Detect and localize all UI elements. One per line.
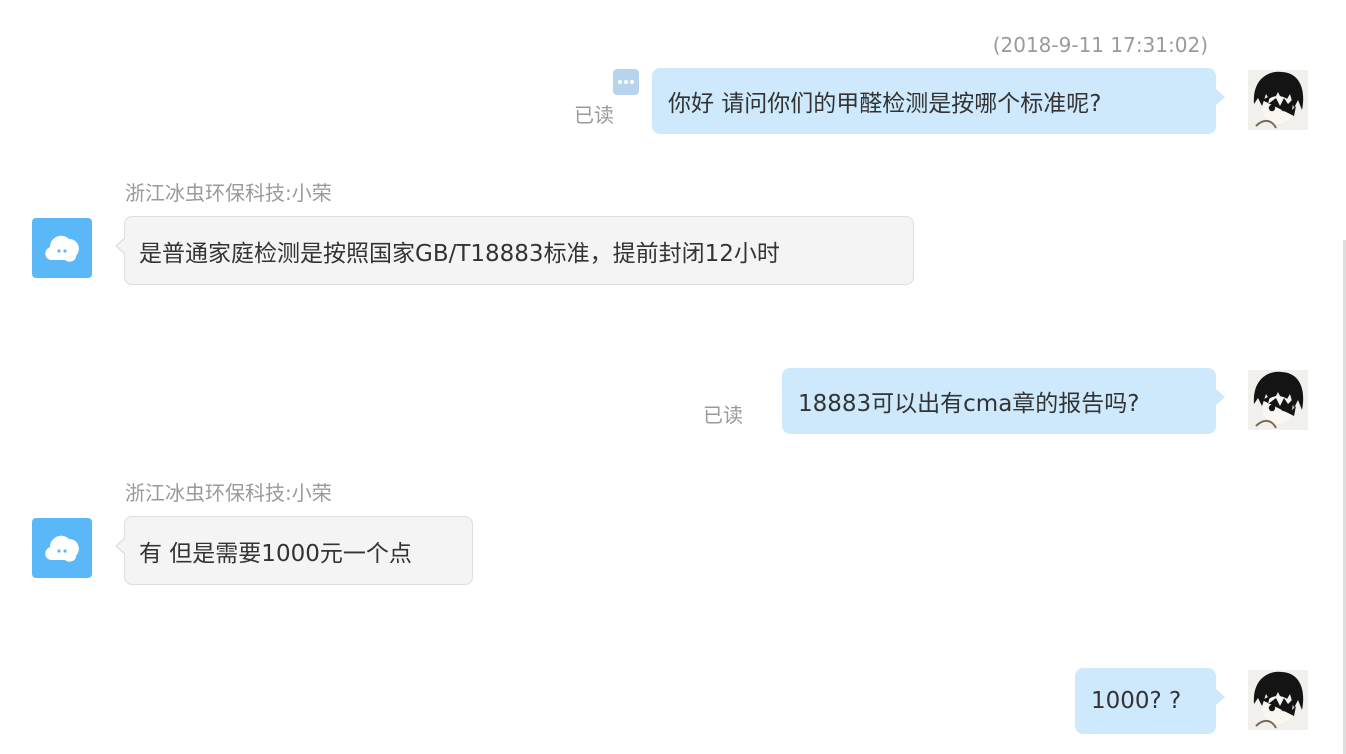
incoming-message-bubble[interactable]: 有 但是需要1000元一个点	[115, 516, 473, 585]
read-status: 已读	[574, 103, 614, 127]
outgoing-message-bubble[interactable]: 1000? ?	[1075, 668, 1225, 734]
user-avatar-icon	[1248, 370, 1308, 430]
message-text: 18883可以出有cma章的报告吗?	[798, 391, 1140, 417]
sender-name: 浙江冰虫环保科技:小荣	[125, 181, 332, 205]
user-avatar[interactable]	[1248, 70, 1308, 130]
message-text: 1000? ?	[1091, 688, 1182, 714]
read-status: 已读	[703, 403, 743, 427]
bot-avatar[interactable]	[32, 518, 92, 578]
message-text: 你好 请问你们的甲醛检测是按哪个标准呢?	[668, 91, 1102, 117]
bot-avatar[interactable]	[32, 218, 92, 278]
user-avatar[interactable]	[1248, 670, 1308, 730]
more-options-button[interactable]	[613, 69, 639, 95]
message-text: 是普通家庭检测是按照国家GB/T18883标准，提前封闭12小时	[139, 240, 780, 267]
user-avatar[interactable]	[1248, 370, 1308, 430]
bot-avatar-icon	[45, 535, 79, 562]
message-timestamp: (2018-9-11 17:31:02)	[992, 33, 1208, 57]
sender-name: 浙江冰虫环保科技:小荣	[125, 481, 332, 505]
user-avatar-icon	[1248, 670, 1308, 730]
incoming-message-bubble[interactable]: 是普通家庭检测是按照国家GB/T18883标准，提前封闭12小时	[115, 216, 914, 285]
message-text: 有 但是需要1000元一个点	[139, 540, 412, 567]
outgoing-message-bubble[interactable]: 你好 请问你们的甲醛检测是按哪个标准呢?	[652, 68, 1225, 134]
outgoing-message-bubble[interactable]: 18883可以出有cma章的报告吗?	[782, 368, 1225, 434]
bot-avatar-icon	[45, 235, 79, 262]
more-icon	[618, 80, 634, 84]
user-avatar-icon	[1248, 70, 1308, 130]
